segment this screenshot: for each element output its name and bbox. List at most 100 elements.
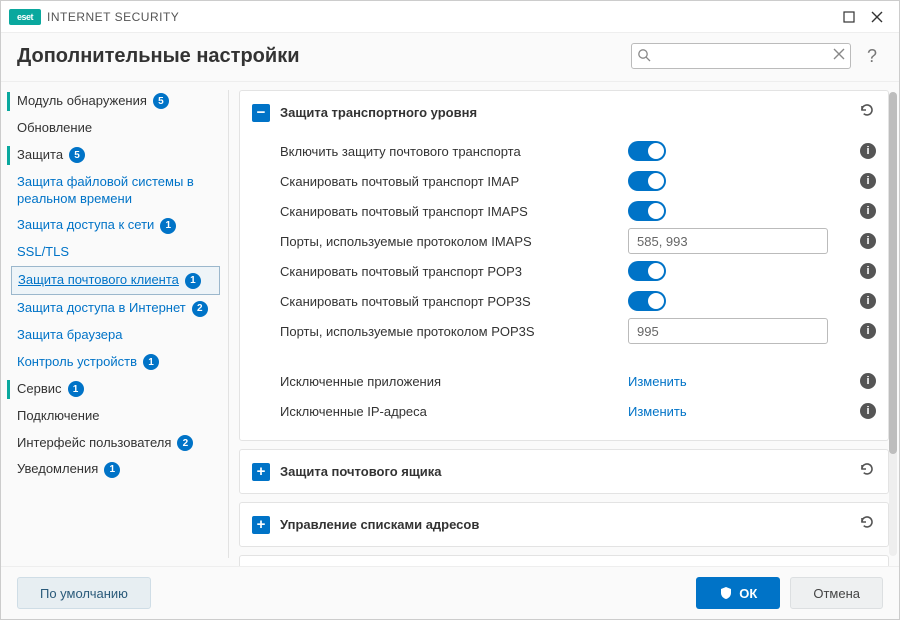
row-excluded-ips: Исключенные IP-адреса Изменить i — [280, 396, 876, 426]
clear-icon — [833, 48, 845, 60]
revert-button[interactable] — [858, 101, 876, 124]
toggle-scan-pop3[interactable] — [628, 261, 666, 281]
sidebar-item-protection[interactable]: Защита 5 — [1, 142, 226, 169]
sidebar: Модуль обнаружения 5 Обновление Защита 5… — [1, 82, 226, 566]
badge: 2 — [192, 301, 208, 317]
sidebar-item-mail-client[interactable]: Защита почтового клиента 1 — [11, 266, 220, 295]
sidebar-item-connection[interactable]: Подключение — [1, 403, 226, 430]
expand-icon[interactable]: + — [252, 516, 270, 534]
toggle-enable-mail-transport[interactable] — [628, 141, 666, 161]
panel-head-address-lists[interactable]: + Управление списками адресов — [240, 503, 888, 546]
row-scan-imaps: Сканировать почтовый транспорт IMAPS i — [280, 196, 876, 226]
page-header: Дополнительные настройки ? — [1, 33, 899, 82]
panel-head-mailbox[interactable]: + Защита почтового ящика — [240, 450, 888, 493]
info-icon[interactable]: i — [860, 173, 876, 189]
window-close-button[interactable] — [863, 3, 891, 31]
search-clear-button[interactable] — [833, 48, 845, 63]
row-label: Сканировать почтовый транспорт POP3S — [280, 294, 620, 309]
row-scan-pop3: Сканировать почтовый транспорт POP3 i — [280, 256, 876, 286]
shield-icon — [719, 586, 733, 600]
sidebar-item-device-control[interactable]: Контроль устройств 1 — [1, 349, 226, 376]
panel-title: Управление списками адресов — [280, 517, 848, 532]
sidebar-item-internet-access[interactable]: Защита доступа в Интернет 2 — [1, 295, 226, 322]
search-icon — [637, 48, 651, 65]
input-ports-pop3s[interactable] — [628, 318, 828, 344]
undo-icon — [858, 460, 876, 478]
scrollbar-track[interactable] — [889, 92, 897, 556]
sidebar-item-tools[interactable]: Сервис 1 — [1, 376, 226, 403]
toggle-scan-imap[interactable] — [628, 171, 666, 191]
help-button[interactable]: ? — [861, 46, 883, 67]
undo-icon — [858, 101, 876, 119]
undo-icon — [858, 513, 876, 531]
panel-title: Защита почтового ящика — [280, 464, 848, 479]
product-name: INTERNET SECURITY — [47, 10, 179, 24]
panel-transport-protection: − Защита транспортного уровня Включить з… — [239, 90, 889, 441]
panel-address-lists: + Управление списками адресов — [239, 502, 889, 547]
badge: 1 — [68, 381, 84, 397]
panel-head-transport[interactable]: − Защита транспортного уровня — [240, 91, 888, 134]
edit-excluded-ips-link[interactable]: Изменить — [628, 404, 687, 419]
expand-icon[interactable]: + — [252, 463, 270, 481]
sidebar-item-ui[interactable]: Интерфейс пользователя 2 — [1, 430, 226, 457]
search-input[interactable] — [631, 43, 851, 69]
info-icon[interactable]: i — [860, 293, 876, 309]
badge: 5 — [153, 93, 169, 109]
scrollbar-thumb[interactable] — [889, 92, 897, 454]
ok-button-label: ОК — [739, 586, 757, 601]
row-ports-imaps: Порты, используемые протоколом IMAPS i — [280, 226, 876, 256]
page-title: Дополнительные настройки — [17, 45, 300, 68]
revert-button[interactable] — [858, 513, 876, 536]
row-label: Порты, используемые протоколом POP3S — [280, 324, 620, 339]
row-scan-pop3s: Сканировать почтовый транспорт POP3S i — [280, 286, 876, 316]
sidebar-item-realtime-fs[interactable]: Защита файловой системы в реальном време… — [1, 169, 226, 213]
row-enable-mail-transport: Включить защиту почтового транспорта i — [280, 136, 876, 166]
row-scan-imap: Сканировать почтовый транспорт IMAP i — [280, 166, 876, 196]
toggle-scan-imaps[interactable] — [628, 201, 666, 221]
badge: 1 — [104, 462, 120, 478]
input-ports-imaps[interactable] — [628, 228, 828, 254]
info-icon[interactable]: i — [860, 403, 876, 419]
footer: По умолчанию ОК Отмена — [1, 566, 899, 619]
badge: 1 — [143, 354, 159, 370]
badge: 2 — [177, 435, 193, 451]
toggle-scan-pop3s[interactable] — [628, 291, 666, 311]
info-icon[interactable]: i — [860, 203, 876, 219]
row-label: Включить защиту почтового транспорта — [280, 144, 620, 159]
sidebar-item-network-access[interactable]: Защита доступа к сети 1 — [1, 212, 226, 239]
row-label: Сканировать почтовый транспорт POP3 — [280, 264, 620, 279]
sidebar-item-notifications[interactable]: Уведомления 1 — [1, 456, 226, 483]
sidebar-item-update[interactable]: Обновление — [1, 115, 226, 142]
info-icon[interactable]: i — [860, 323, 876, 339]
info-icon[interactable]: i — [860, 373, 876, 389]
panel-title: Защита транспортного уровня — [280, 105, 848, 120]
search-field-wrap — [631, 43, 851, 69]
row-label: Сканировать почтовый транспорт IMAP — [280, 174, 620, 189]
cancel-button[interactable]: Отмена — [790, 577, 883, 609]
window-maximize-button[interactable] — [835, 3, 863, 31]
sidebar-divider — [228, 90, 229, 558]
badge: 1 — [185, 273, 201, 289]
defaults-button[interactable]: По умолчанию — [17, 577, 151, 609]
info-icon[interactable]: i — [860, 263, 876, 279]
ok-button[interactable]: ОК — [696, 577, 780, 609]
badge: 1 — [160, 218, 176, 234]
content-area: − Защита транспортного уровня Включить з… — [231, 82, 899, 566]
badge: 5 — [69, 147, 85, 163]
sidebar-item-browser-protection[interactable]: Защита браузера — [1, 322, 226, 349]
edit-excluded-apps-link[interactable]: Изменить — [628, 374, 687, 389]
info-icon[interactable]: i — [860, 233, 876, 249]
panel-mailbox-protection: + Защита почтового ящика — [239, 449, 889, 494]
row-excluded-apps: Исключенные приложения Изменить i — [280, 366, 876, 396]
sidebar-item-detection-module[interactable]: Модуль обнаружения 5 — [1, 88, 226, 115]
info-icon[interactable]: i — [860, 143, 876, 159]
brand-logo: eset — [9, 9, 41, 25]
row-ports-pop3s: Порты, используемые протоколом POP3S i — [280, 316, 876, 346]
revert-button[interactable] — [858, 460, 876, 483]
row-label: Сканировать почтовый транспорт IMAPS — [280, 204, 620, 219]
panel-head-threatsense[interactable]: + ThreatSense — [240, 556, 888, 566]
row-label: Порты, используемые протоколом IMAPS — [280, 234, 620, 249]
sidebar-item-ssl-tls[interactable]: SSL/TLS — [1, 239, 226, 266]
collapse-icon[interactable]: − — [252, 104, 270, 122]
panel-threatsense: + ThreatSense — [239, 555, 889, 566]
